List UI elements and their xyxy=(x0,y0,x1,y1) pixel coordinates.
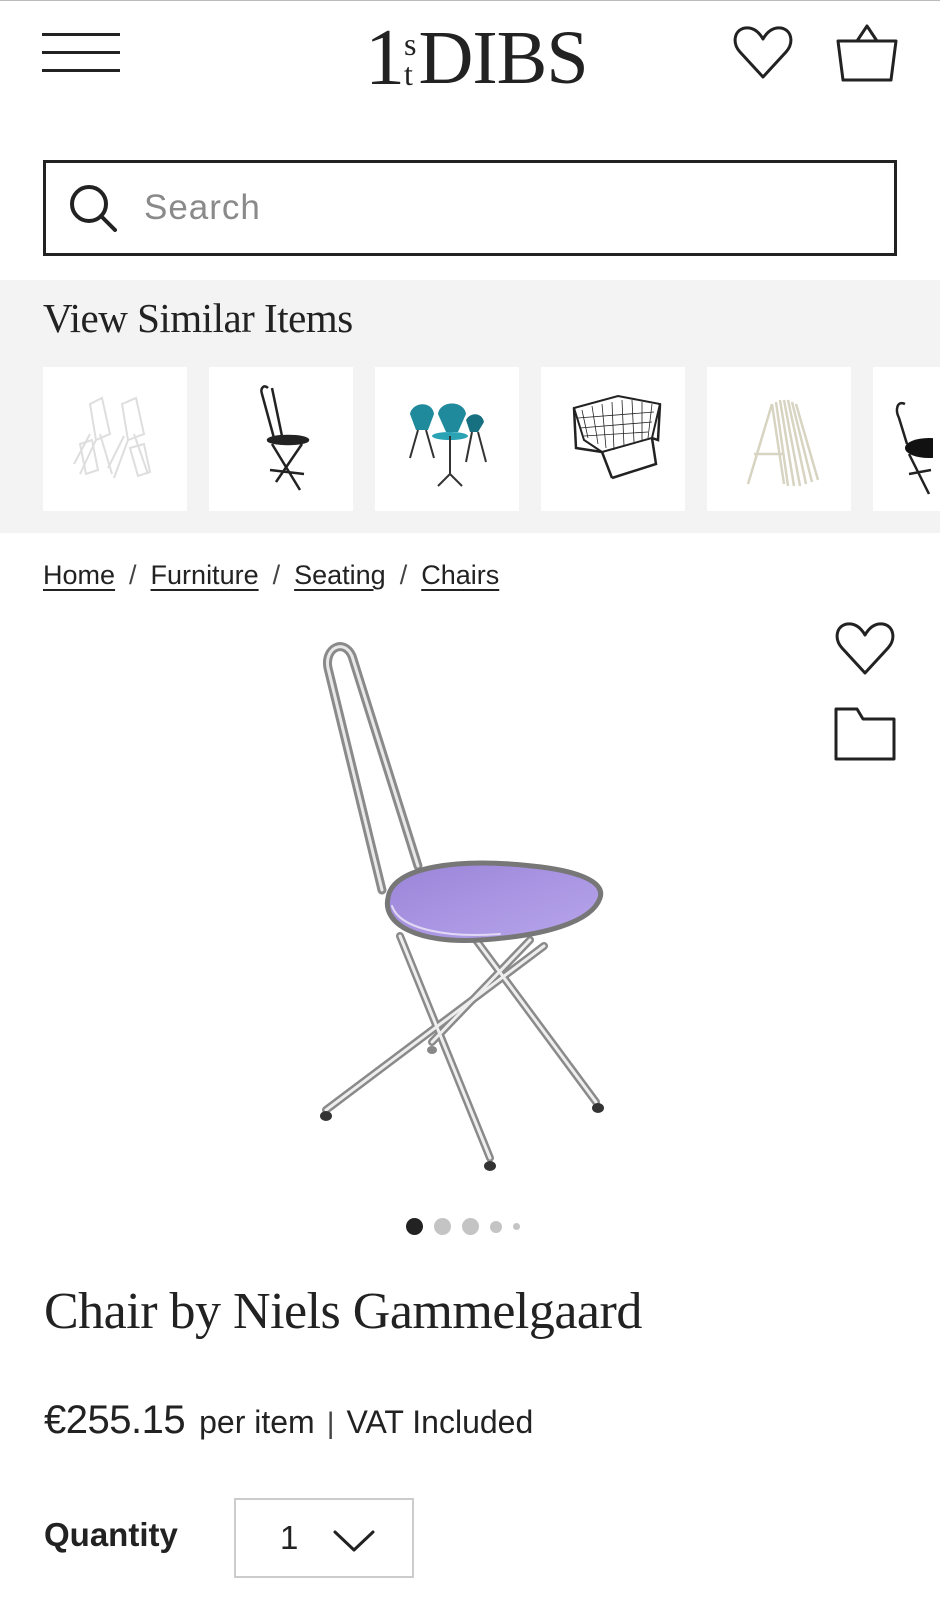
save-heart-icon[interactable] xyxy=(833,617,897,681)
carousel-dot[interactable] xyxy=(462,1218,479,1235)
carousel-dot[interactable] xyxy=(490,1220,502,1233)
search-bar[interactable] xyxy=(43,160,897,256)
similar-item-white-folding-chairs[interactable] xyxy=(43,367,187,511)
carousel-dot[interactable] xyxy=(434,1218,451,1235)
product-image[interactable] xyxy=(300,640,630,1180)
breadcrumb-separator: / xyxy=(272,560,281,590)
similar-items-carousel[interactable] xyxy=(43,367,940,511)
shopping-bag-icon[interactable] xyxy=(835,21,899,85)
hamburger-menu-icon[interactable] xyxy=(42,31,122,75)
favorites-heart-icon[interactable] xyxy=(731,21,795,85)
logo-number: 1 xyxy=(365,14,405,102)
chevron-down-icon xyxy=(333,1530,375,1552)
product-price: €255.15 xyxy=(44,1398,186,1442)
breadcrumb-home[interactable]: Home xyxy=(43,560,115,591)
quantity-select[interactable]: 1 xyxy=(234,1498,414,1578)
search-icon xyxy=(70,185,117,232)
search-input[interactable] xyxy=(144,188,824,228)
breadcrumb: Home / Furniture / Seating / Chairs xyxy=(43,560,499,591)
carousel-dot[interactable] xyxy=(513,1223,520,1230)
similar-item-stacked-cream-chairs[interactable] xyxy=(707,367,851,511)
logo-superscript-top: s xyxy=(404,26,417,62)
image-carousel-dots xyxy=(406,1218,520,1235)
similar-items-section: View Similar Items xyxy=(0,280,940,533)
price-row: €255.15 per item | VAT Included xyxy=(44,1398,533,1443)
breadcrumb-furniture[interactable]: Furniture xyxy=(151,560,259,591)
top-bar: 1 s t DIBS xyxy=(0,0,940,120)
carousel-dot-active[interactable] xyxy=(406,1218,423,1235)
breadcrumb-separator: / xyxy=(399,560,408,590)
breadcrumb-chairs[interactable]: Chairs xyxy=(421,560,499,591)
product-title: Chair by Niels Gammelgaard xyxy=(44,1283,642,1340)
similar-item-wire-lounge-chair[interactable] xyxy=(541,367,685,511)
similar-item-black-folding-chair[interactable] xyxy=(209,367,353,511)
breadcrumb-seating[interactable]: Seating xyxy=(294,560,386,591)
quantity-value: 1 xyxy=(280,1519,299,1556)
logo-name: DIBS xyxy=(418,16,588,100)
vat-note: VAT Included xyxy=(346,1404,534,1440)
price-divider: | xyxy=(326,1407,335,1440)
site-logo[interactable]: 1 s t DIBS xyxy=(365,14,589,102)
breadcrumb-separator: / xyxy=(129,560,137,590)
quantity-label: Quantity xyxy=(44,1516,178,1553)
logo-superscript: s t xyxy=(404,26,417,92)
similar-item-black-seat-chair[interactable] xyxy=(873,367,940,511)
folder-icon[interactable] xyxy=(833,705,897,763)
similar-item-teal-bistro-set[interactable] xyxy=(375,367,519,511)
logo-superscript-bottom: t xyxy=(404,56,413,92)
price-unit: per item xyxy=(199,1404,315,1440)
similar-items-heading: View Similar Items xyxy=(43,295,353,341)
